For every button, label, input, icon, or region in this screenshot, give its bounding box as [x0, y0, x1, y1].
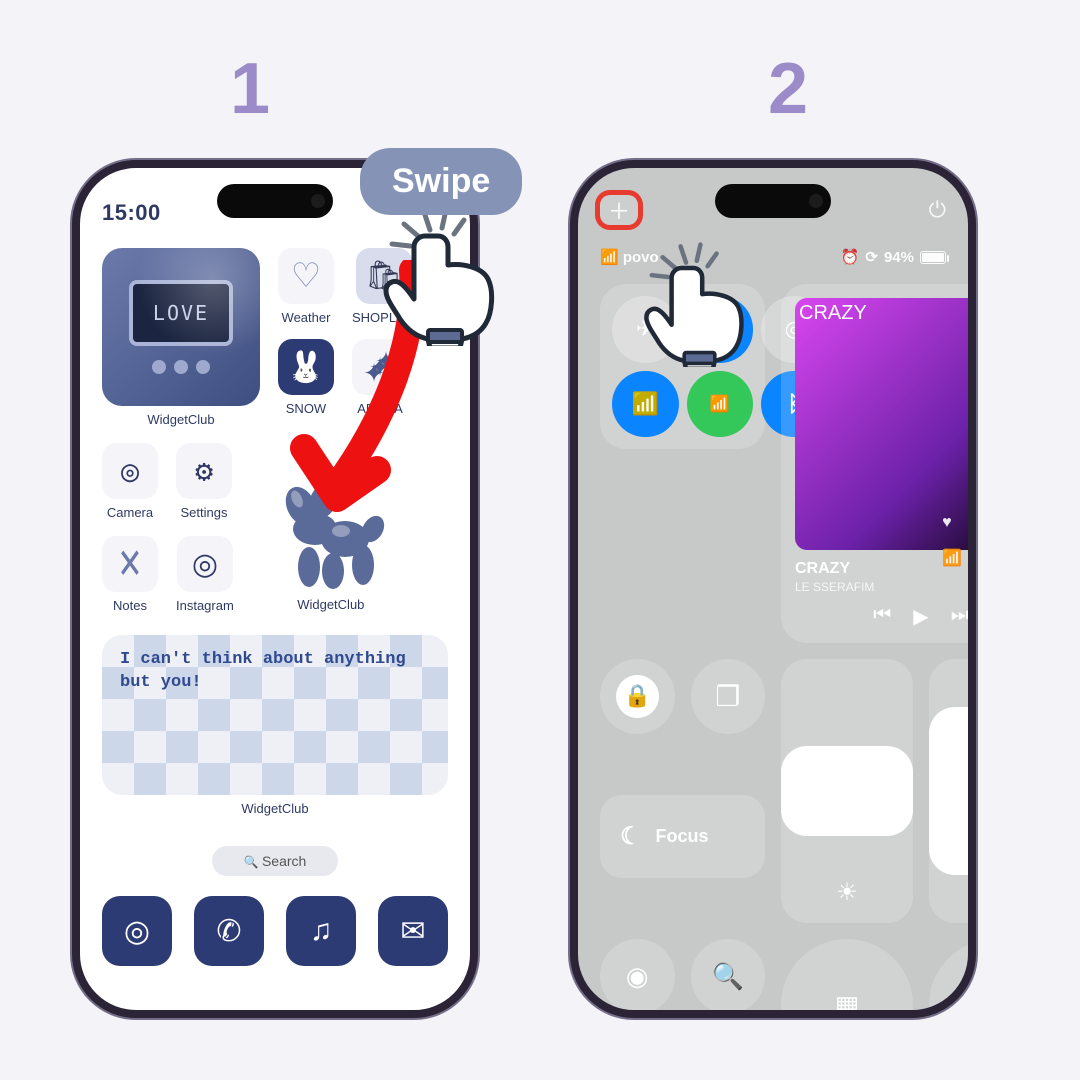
- volume-slider[interactable]: 🔊: [929, 659, 976, 923]
- dynamic-island: [715, 184, 831, 218]
- widget-gameboy-text: LOVE: [129, 280, 233, 346]
- step-number-1: 1: [230, 48, 270, 130]
- orientation-lock-icon: ⟳: [865, 248, 878, 266]
- album-art: CRAZY ◎: [795, 298, 976, 550]
- widget-label: WidgetClub: [102, 801, 448, 816]
- track-artist: LE SSERAFIM: [795, 580, 874, 594]
- now-playing-tile[interactable]: CRAZY ◎ CRAZY LE SSERAFIM ⏮ ▶ ⏭: [781, 284, 976, 643]
- widget-checker-text: I can't think about anything but you!: [120, 649, 430, 695]
- widget-gameboy[interactable]: LOVE: [102, 248, 260, 406]
- battery-percent: 94%: [884, 249, 914, 266]
- play-button[interactable]: ▶: [913, 604, 928, 629]
- antenna-toggle[interactable]: [687, 371, 754, 438]
- dynamic-island: [217, 184, 333, 218]
- app-notes[interactable]: [102, 536, 158, 592]
- dock: ◎ ✆ ♫ ✉: [102, 896, 448, 966]
- power-icon[interactable]: ⏻: [929, 197, 946, 223]
- dock-mail[interactable]: ✉: [378, 896, 448, 966]
- heart-icon: ♥: [942, 514, 962, 532]
- app-camera[interactable]: [102, 443, 158, 499]
- brightness-slider[interactable]: ☀: [781, 659, 913, 923]
- app-label: Settings: [181, 505, 228, 520]
- signal-icon: 📶: [942, 548, 962, 568]
- widget-label: WidgetClub: [297, 597, 364, 612]
- widget-checker[interactable]: I can't think about anything but you!: [102, 635, 448, 795]
- side-indicators: ♥ 📶: [942, 514, 962, 568]
- magnifier-tile[interactable]: [691, 939, 766, 1014]
- widget-label: WidgetClub: [147, 412, 214, 427]
- track-title: CRAZY: [795, 560, 850, 578]
- add-control-button[interactable]: ＋: [600, 195, 638, 225]
- alarm-icon: ⏰: [841, 248, 860, 266]
- low-power-tile[interactable]: [929, 939, 976, 1018]
- orientation-lock-tile[interactable]: 🔒: [600, 659, 675, 734]
- dock-safari[interactable]: ◎: [102, 896, 172, 966]
- step-number-2: 2: [768, 48, 808, 130]
- app-label: Instagram: [176, 598, 234, 613]
- app-label: Notes: [113, 598, 147, 613]
- dock-phone[interactable]: ✆: [194, 896, 264, 966]
- phone-mock-2: ＋ ⏻ 📶 povo ⏰ ⟳ 94%: [570, 160, 976, 1018]
- screen-record-tile[interactable]: [600, 939, 675, 1014]
- next-track-button[interactable]: ⏭: [951, 604, 969, 629]
- app-instagram[interactable]: [177, 536, 233, 592]
- dock-music[interactable]: ♫: [286, 896, 356, 966]
- app-label: Camera: [107, 505, 153, 520]
- search-pill[interactable]: Search: [212, 846, 338, 876]
- calculator-tile[interactable]: [781, 939, 913, 1018]
- battery-icon: [920, 251, 946, 264]
- app-settings[interactable]: [176, 443, 232, 499]
- focus-label: Focus: [656, 826, 709, 847]
- tap-hand-icon: [380, 206, 520, 346]
- wifi-toggle[interactable]: [612, 371, 679, 438]
- swipe-badge: Swipe: [360, 148, 522, 215]
- focus-tile[interactable]: Focus: [600, 795, 765, 878]
- screen-mirroring-tile[interactable]: [691, 659, 766, 734]
- tap-hand-icon: [641, 241, 767, 367]
- prev-track-button[interactable]: ⏮: [873, 604, 891, 629]
